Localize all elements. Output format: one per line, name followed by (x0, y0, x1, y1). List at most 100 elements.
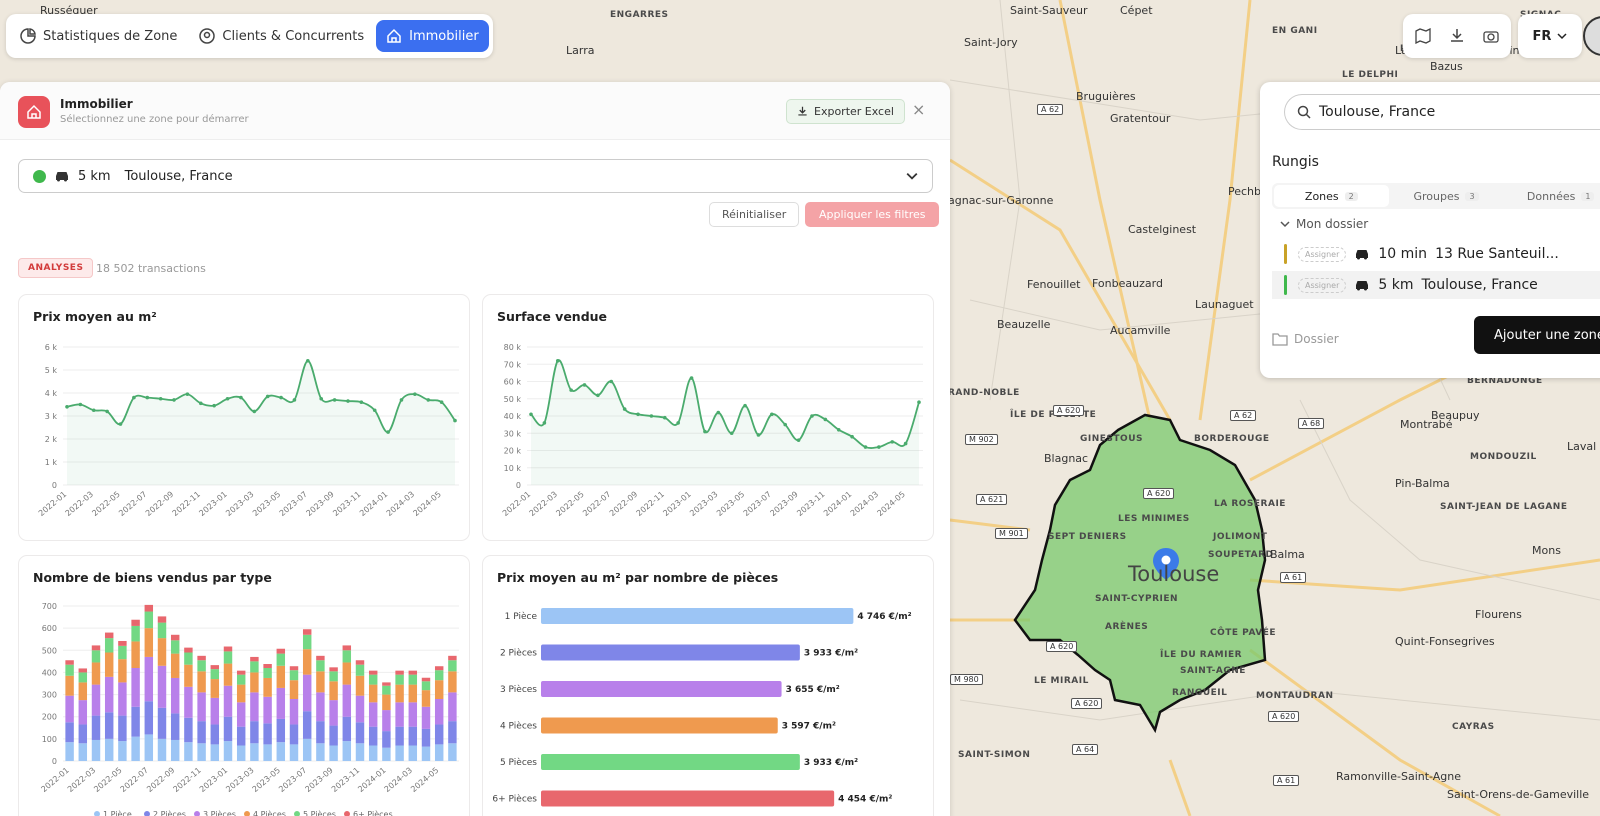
x-tick-label: 2022-03 (528, 490, 559, 518)
zone-row[interactable]: Assigner 5 km Toulouse, France (1272, 271, 1600, 299)
bar-segment (223, 685, 233, 717)
search-input[interactable]: Toulouse, France (1284, 94, 1600, 130)
data-point (239, 395, 243, 400)
tab-zones[interactable]: Zones 2 (1274, 185, 1389, 207)
zone-select[interactable]: 5 km Toulouse, France (18, 159, 933, 193)
tab-donnees[interactable]: Données 1 (1503, 185, 1600, 207)
road-sign: M 980 (950, 674, 983, 685)
map-place-label: Saint-Jory (964, 36, 1018, 49)
x-tick-label: 2023-09 (304, 490, 335, 518)
bar-segment (448, 660, 457, 672)
bar (541, 644, 800, 661)
bar-segment (382, 694, 391, 711)
download-icon[interactable] (1445, 24, 1469, 48)
bar-segment (329, 681, 338, 701)
immobilier-panel: Immobilier Sélectionnez une zone pour dé… (0, 82, 950, 816)
map-place-label: GINESTOUS (1080, 434, 1143, 444)
data-point (796, 438, 801, 442)
bar-segment (329, 700, 338, 726)
x-tick-label: 2022-09 (145, 766, 176, 794)
bar-segment (104, 676, 114, 713)
bar-segment (434, 666, 444, 671)
dossier-button[interactable]: Dossier (1272, 332, 1339, 346)
x-tick-label: 2023-11 (331, 490, 362, 518)
data-point (413, 392, 417, 396)
map-place-label: ÎLE DU RAMIER (1160, 650, 1243, 660)
data-point (770, 412, 774, 417)
reset-button[interactable]: Réinitialiser (709, 202, 800, 227)
chart-card-prix-m2: Prix moyen au m² 01 k2 k3 k4 k5 k6 k 2022… (18, 294, 470, 541)
zone-color-bar (1284, 244, 1287, 264)
camera-icon[interactable] (1479, 24, 1503, 48)
home-icon (387, 28, 401, 43)
bar-segment (210, 744, 220, 761)
data-point (453, 418, 457, 423)
bar-segment (131, 706, 140, 737)
bar-segment (276, 653, 286, 666)
assign-button[interactable]: Assigner (1298, 246, 1347, 262)
bar-segment (250, 672, 259, 693)
map-place-label: RAND-NOBLE (948, 388, 1020, 398)
x-tick-label: 2022-11 (171, 490, 202, 518)
map-layers-icon[interactable] (1411, 24, 1435, 48)
y-tick-label: 60 k (504, 378, 522, 387)
x-tick-label: 2022-09 (144, 490, 175, 518)
data-point (198, 401, 203, 406)
folder-toggle[interactable]: Mon dossier (1280, 217, 1368, 231)
data-point (172, 398, 176, 402)
bar-segment (144, 734, 154, 761)
map-place-label: Launaguet (1195, 298, 1254, 311)
data-point (118, 422, 123, 426)
data-point (426, 398, 431, 402)
tab-clients-concurrents[interactable]: Clients & Concurrents (189, 20, 374, 52)
bar-segment (65, 742, 74, 761)
bar-segment (104, 652, 114, 677)
language-value: FR (1532, 28, 1552, 44)
bar-segment (223, 663, 233, 686)
folder-label: Mon dossier (1296, 217, 1369, 231)
y-tick-label: 600 (42, 624, 57, 633)
data-point (529, 412, 533, 417)
tab-label: Statistiques de Zone (43, 28, 178, 44)
tab-statistiques-de-zone[interactable]: Statistiques de Zone (10, 20, 187, 52)
bar-segment (223, 646, 233, 652)
tab-label: Clients & Concurrents (222, 28, 365, 44)
zone-tabs: Zones 2 Groupes 3 Données 1 (1272, 183, 1600, 209)
road-sign: A 620 (1268, 711, 1300, 722)
assign-button[interactable]: Assigner (1298, 277, 1347, 293)
data-point (555, 359, 560, 363)
bar-segment (197, 721, 206, 744)
bar-segment (289, 670, 299, 681)
road-sign: A 62 (1230, 410, 1257, 421)
map-place-label: Aucamville (1110, 324, 1171, 337)
bar (541, 608, 854, 624)
bar-segment (144, 628, 154, 657)
export-excel-button[interactable]: Exporter Excel (786, 99, 905, 124)
bar-segment (65, 695, 74, 723)
data-point (823, 417, 828, 422)
tab-immobilier[interactable]: Immobilier (376, 20, 489, 52)
transactions-count: 18 502 transactions (96, 262, 206, 275)
data-point (265, 394, 270, 399)
close-icon[interactable]: × (912, 100, 925, 119)
y-tick-label: 10 k (504, 464, 522, 473)
add-zone-button[interactable]: Ajouter une zone (1474, 316, 1600, 354)
zone-row[interactable]: Assigner 10 min 13 Rue Santeuil... (1272, 240, 1600, 268)
map-place-label: JOLIMONT (1213, 532, 1268, 542)
home-icon (18, 96, 50, 128)
bar-segment (104, 632, 114, 639)
bar-segment (65, 722, 74, 743)
tab-groupes[interactable]: Groupes 3 (1389, 185, 1504, 207)
download-icon (798, 106, 807, 116)
map-place-label: Ramonville-Saint-Agne (1336, 770, 1462, 783)
apply-filters-button[interactable]: Appliquer les filtres (805, 202, 940, 227)
map-place-label: BORDEROUGE (1194, 434, 1270, 444)
bar-segment (276, 687, 286, 719)
bar-segment (104, 712, 114, 739)
bar-segment (118, 741, 127, 761)
bar-segment (91, 684, 101, 716)
data-point (78, 402, 83, 407)
search-icon (1297, 105, 1311, 119)
x-tick-label: 2024-03 (849, 490, 880, 518)
language-select[interactable]: FR (1518, 14, 1582, 58)
